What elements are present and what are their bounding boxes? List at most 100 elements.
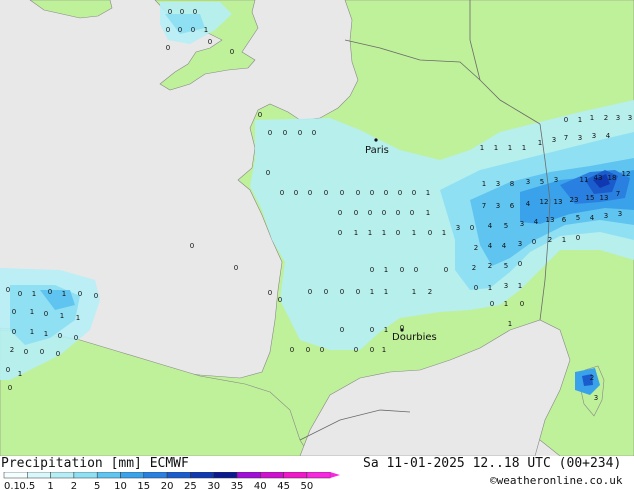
svg-text:3: 3	[504, 282, 508, 290]
svg-text:2: 2	[604, 114, 608, 122]
svg-text:1: 1	[370, 288, 374, 296]
svg-text:0: 0	[308, 189, 312, 197]
svg-text:0: 0	[18, 290, 22, 298]
svg-text:0: 0	[370, 346, 374, 354]
svg-text:1: 1	[384, 266, 388, 274]
svg-text:0: 0	[396, 229, 400, 237]
svg-text:2: 2	[488, 262, 492, 270]
legend-swatch	[120, 472, 145, 479]
svg-text:1: 1	[488, 284, 492, 292]
svg-text:1: 1	[30, 308, 34, 316]
svg-text:12: 12	[540, 198, 549, 206]
svg-text:Paris: Paris	[365, 145, 389, 156]
svg-text:1: 1	[62, 290, 66, 298]
svg-text:0: 0	[384, 189, 388, 197]
legend-swatch	[73, 472, 98, 479]
svg-text:0: 0	[340, 288, 344, 296]
svg-text:0: 0	[338, 209, 342, 217]
legend-swatch	[96, 472, 121, 479]
svg-text:3: 3	[594, 394, 598, 402]
svg-text:1: 1	[518, 282, 522, 290]
legend-swatch	[236, 472, 261, 479]
legend-label: 30	[207, 481, 220, 490]
svg-text:0: 0	[370, 189, 374, 197]
legend-label: 1	[47, 481, 53, 490]
svg-text:0: 0	[58, 332, 62, 340]
svg-text:0: 0	[48, 288, 52, 296]
legend-swatch	[283, 472, 308, 479]
svg-text:0: 0	[44, 310, 48, 318]
legend-label: 40	[254, 481, 267, 490]
credit: ©weatheronline.co.uk	[490, 474, 623, 487]
legend-swatch	[306, 472, 331, 479]
svg-text:0: 0	[74, 334, 78, 342]
svg-text:0: 0	[312, 129, 316, 137]
svg-text:0: 0	[168, 8, 172, 16]
svg-text:0: 0	[356, 288, 360, 296]
footer: Precipitation [mm] ECMWF Sa 11-01-2025 1…	[0, 456, 634, 490]
svg-text:0: 0	[564, 116, 568, 124]
svg-text:0: 0	[306, 346, 310, 354]
svg-text:0: 0	[370, 326, 374, 334]
svg-text:11: 11	[580, 176, 589, 184]
svg-text:3: 3	[618, 210, 622, 218]
svg-text:5: 5	[504, 262, 508, 270]
svg-text:3: 3	[456, 224, 460, 232]
svg-text:13: 13	[546, 216, 555, 224]
svg-text:0: 0	[490, 300, 494, 308]
svg-text:1: 1	[482, 180, 486, 188]
svg-text:1: 1	[508, 320, 512, 328]
svg-text:0: 0	[470, 224, 474, 232]
legend-label: 15	[137, 481, 150, 490]
svg-text:1: 1	[426, 209, 430, 217]
svg-text:1: 1	[504, 300, 508, 308]
svg-text:0: 0	[518, 260, 522, 268]
svg-text:0: 0	[166, 26, 170, 34]
svg-text:3: 3	[578, 134, 582, 142]
svg-text:0: 0	[12, 328, 16, 336]
svg-text:0: 0	[340, 326, 344, 334]
svg-text:6: 6	[510, 202, 515, 210]
legend-swatch	[27, 472, 51, 479]
svg-text:4: 4	[534, 218, 539, 226]
svg-text:3: 3	[628, 114, 632, 122]
svg-text:0: 0	[94, 292, 98, 300]
svg-text:1: 1	[590, 114, 594, 122]
svg-text:0: 0	[290, 346, 294, 354]
svg-text:7: 7	[564, 134, 568, 142]
precipitation-map: 000 0001 000 0000 00 0 0 0 0000001 0000001 …	[0, 0, 634, 456]
color-legend: 0.1 0.5 1 2 5 10 15 20 25 30 35 40 45 50	[3, 472, 340, 490]
legend-swatch	[3, 472, 28, 479]
svg-text:1: 1	[562, 236, 566, 244]
svg-text:4: 4	[502, 242, 507, 250]
svg-text:0: 0	[268, 289, 272, 297]
svg-text:0: 0	[396, 209, 400, 217]
svg-text:1: 1	[44, 330, 48, 338]
svg-text:23: 23	[570, 196, 579, 204]
svg-text:0: 0	[320, 346, 324, 354]
svg-text:4: 4	[590, 214, 595, 222]
svg-text:1: 1	[30, 328, 34, 336]
svg-text:0: 0	[266, 169, 270, 177]
legend-swatch	[190, 472, 214, 479]
svg-text:0: 0	[308, 288, 312, 296]
legend-label: 10	[114, 481, 127, 490]
svg-text:2: 2	[10, 346, 14, 354]
svg-text:0: 0	[576, 234, 580, 242]
svg-text:4: 4	[488, 242, 493, 250]
svg-text:1: 1	[60, 312, 64, 320]
svg-text:2: 2	[428, 288, 432, 296]
svg-text:13: 13	[600, 194, 609, 202]
svg-text:4: 4	[526, 200, 531, 208]
svg-text:0: 0	[258, 111, 262, 119]
legend-label: 20	[161, 481, 174, 490]
svg-text:0: 0	[178, 26, 182, 34]
svg-text:5: 5	[576, 214, 580, 222]
legend-label: 25	[184, 481, 197, 490]
svg-text:0: 0	[324, 288, 328, 296]
svg-text:3: 3	[552, 136, 556, 144]
svg-text:0: 0	[428, 229, 432, 237]
svg-text:1: 1	[354, 229, 358, 237]
svg-text:18: 18	[608, 174, 617, 182]
svg-text:3: 3	[496, 180, 500, 188]
